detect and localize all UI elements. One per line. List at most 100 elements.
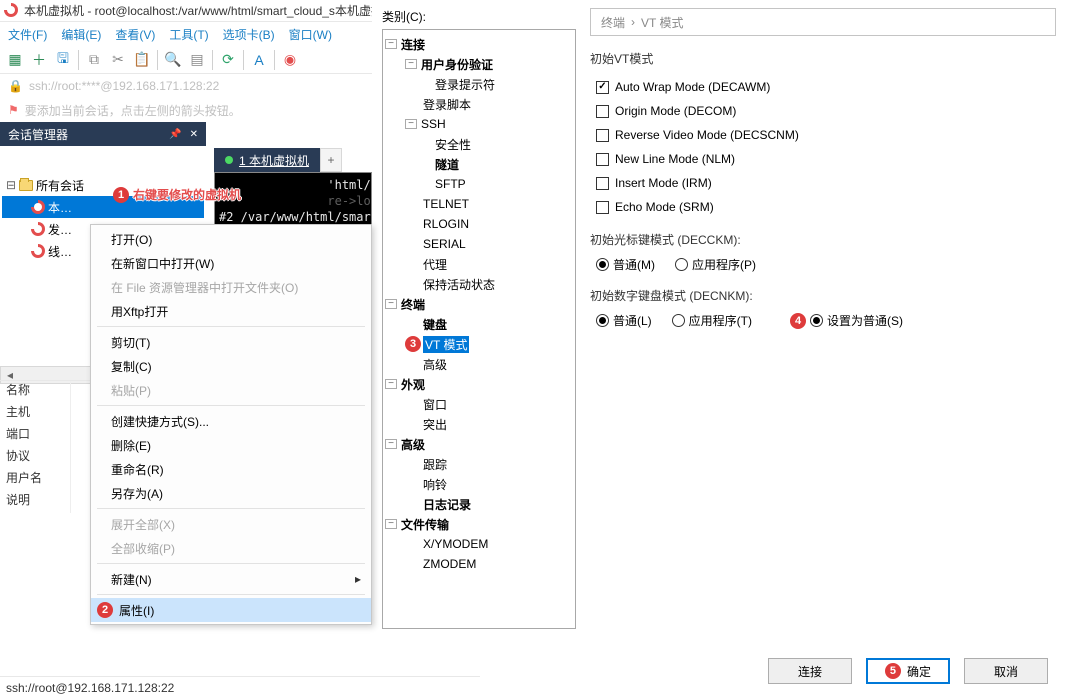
node-serial[interactable]: SERIAL [421,237,468,251]
ctx-copy[interactable]: 复制(C) [91,354,371,378]
chk-row-insert[interactable]: Insert Mode (IRM) [596,171,1056,195]
ctx-new[interactable]: 新建(N) [91,567,371,591]
chk-row-origin[interactable]: Origin Mode (DECOM) [596,99,1056,123]
radio-numpad-set-normal[interactable]: 4 设置为普通(S) [790,312,903,329]
toolbar-save-icon[interactable]: 🖫 [54,51,72,69]
toolbar-paste-icon[interactable]: 📋 [133,51,151,69]
node-sftp[interactable]: SFTP [433,177,468,191]
node-vt-mode[interactable]: VT 模式 [423,336,469,353]
radio-icon[interactable] [596,314,609,327]
node-advanced[interactable]: 高级 [421,356,449,373]
menu-window[interactable]: 窗口(W) [289,26,332,43]
node-terminal[interactable]: 终端 [399,296,427,313]
node-security[interactable]: 安全性 [433,136,473,153]
toolbar-copy-icon[interactable]: ⧉ [85,51,103,69]
chk-row-echo[interactable]: Echo Mode (SRM) [596,195,1056,219]
checkbox-origin[interactable] [596,105,609,118]
ctx-collapse-all[interactable]: 全部收缩(P) [91,536,371,560]
menu-tabs[interactable]: 选项卡(B) [223,26,275,43]
node-keyboard[interactable]: 键盘 [421,316,449,333]
toolbar-add-icon[interactable]: ＋ [30,51,48,69]
chk-row-autowrap[interactable]: Auto Wrap Mode (DECAWM) [596,75,1056,99]
crumb-terminal[interactable]: 终端 [601,14,625,31]
crumb-vt-mode[interactable]: VT 模式 [641,14,683,31]
tree-toggle-icon[interactable]: − [405,59,417,69]
ctx-create-shortcut[interactable]: 创建快捷方式(S)... [91,409,371,433]
node-telnet[interactable]: TELNET [421,197,471,211]
node-adv2[interactable]: 高级 [399,436,427,453]
node-keep-alive[interactable]: 保持活动状态 [421,276,497,293]
radio-icon[interactable] [596,258,609,271]
collapse-icon[interactable]: ⊟ [6,178,16,192]
toolbar-help-icon[interactable]: ◉ [281,51,299,69]
new-session-icon[interactable]: ▦ [6,51,24,69]
pin-icon[interactable]: 📌 [169,129,181,140]
category-tree[interactable]: −连接 −用户身份验证 登录提示符 登录脚本 −SSH 安全性 隧道 SFTP … [382,29,576,629]
chk-row-newline[interactable]: New Line Mode (NLM) [596,147,1056,171]
radio-icon[interactable] [675,258,688,271]
menu-edit[interactable]: 编辑(E) [61,26,101,43]
radio-numpad-app[interactable]: 应用程序(T) [672,312,752,329]
node-logging[interactable]: 日志记录 [421,496,473,513]
node-login-prompt[interactable]: 登录提示符 [433,76,497,93]
menu-view[interactable]: 查看(V) [115,26,155,43]
tree-toggle-icon[interactable]: − [385,439,397,449]
checkbox-insert[interactable] [596,177,609,190]
checkbox-newline[interactable] [596,153,609,166]
radio-icon[interactable] [810,314,823,327]
node-ssh[interactable]: SSH [419,117,448,131]
chk-row-reverse[interactable]: Reverse Video Mode (DECSCNM) [596,123,1056,147]
tree-toggle-icon[interactable]: − [385,379,397,389]
tree-toggle-icon[interactable]: − [385,39,397,49]
toolbar-search-icon[interactable]: 🔍 [164,51,182,69]
ctx-cut[interactable]: 剪切(T) [91,330,371,354]
radio-icon[interactable] [672,314,685,327]
radio-cursor-app[interactable]: 应用程序(P) [675,256,756,273]
node-login-script[interactable]: 登录脚本 [421,96,473,113]
toolbar-font-icon[interactable]: A [250,51,268,69]
cancel-button[interactable]: 取消 [964,658,1048,684]
tree-toggle-icon[interactable]: − [405,119,417,129]
node-rlogin[interactable]: RLOGIN [421,217,471,231]
node-tunnel[interactable]: 隧道 [433,156,461,173]
ctx-open-file-explorer[interactable]: 在 File 资源管理器中打开文件夹(O) [91,275,371,299]
connect-button[interactable]: 连接 [768,658,852,684]
tree-toggle-icon[interactable]: − [385,299,397,309]
checkbox-echo[interactable] [596,201,609,214]
node-highlight[interactable]: 突出 [421,416,449,433]
node-proxy[interactable]: 代理 [421,256,449,273]
node-window[interactable]: 窗口 [421,396,449,413]
checkbox-autowrap[interactable] [596,81,609,94]
radio-cursor-normal[interactable]: 普通(M) [596,256,655,273]
ok-button[interactable]: 5 确定 [866,658,950,684]
node-xymodem[interactable]: X/YMODEM [421,537,490,551]
node-bell[interactable]: 响铃 [421,476,449,493]
ctx-expand-all[interactable]: 展开全部(X) [91,512,371,536]
tab-add-button[interactable]: + [320,148,342,172]
node-appearance[interactable]: 外观 [399,376,427,393]
radio-numpad-normal[interactable]: 普通(L) [596,312,652,329]
tab-session-1[interactable]: 1 本机虚拟机 [214,148,320,172]
hint-text: 要添加当前会话，点击左侧的箭头按钮。 [25,102,241,119]
menu-tools[interactable]: 工具(T) [169,26,208,43]
checkbox-reverse[interactable] [596,129,609,142]
ctx-open-new-window[interactable]: 在新窗口中打开(W) [91,251,371,275]
node-trace[interactable]: 跟踪 [421,456,449,473]
toolbar-palette-icon[interactable]: ▤ [188,51,206,69]
ctx-properties[interactable]: 2 属性(I) [91,598,371,622]
menu-file[interactable]: 文件(F) [8,26,47,43]
node-file-transfer[interactable]: 文件传输 [399,516,451,533]
panel-close-icon[interactable]: ✕ [190,129,198,140]
ctx-save-as[interactable]: 另存为(A) [91,481,371,505]
ctx-open-xftp[interactable]: 用Xftp打开 [91,299,371,323]
tree-toggle-icon[interactable]: − [385,519,397,529]
node-connection[interactable]: 连接 [399,36,427,53]
ctx-paste[interactable]: 粘贴(P) [91,378,371,402]
node-zmodem[interactable]: ZMODEM [421,557,478,571]
node-user-auth[interactable]: 用户身份验证 [419,56,495,73]
toolbar-cut-icon[interactable]: ✂ [109,51,127,69]
ctx-rename[interactable]: 重命名(R) [91,457,371,481]
ctx-delete[interactable]: 删除(E) [91,433,371,457]
toolbar-refresh-icon[interactable]: ⟳ [219,51,237,69]
ctx-open[interactable]: 打开(O) [91,227,371,251]
